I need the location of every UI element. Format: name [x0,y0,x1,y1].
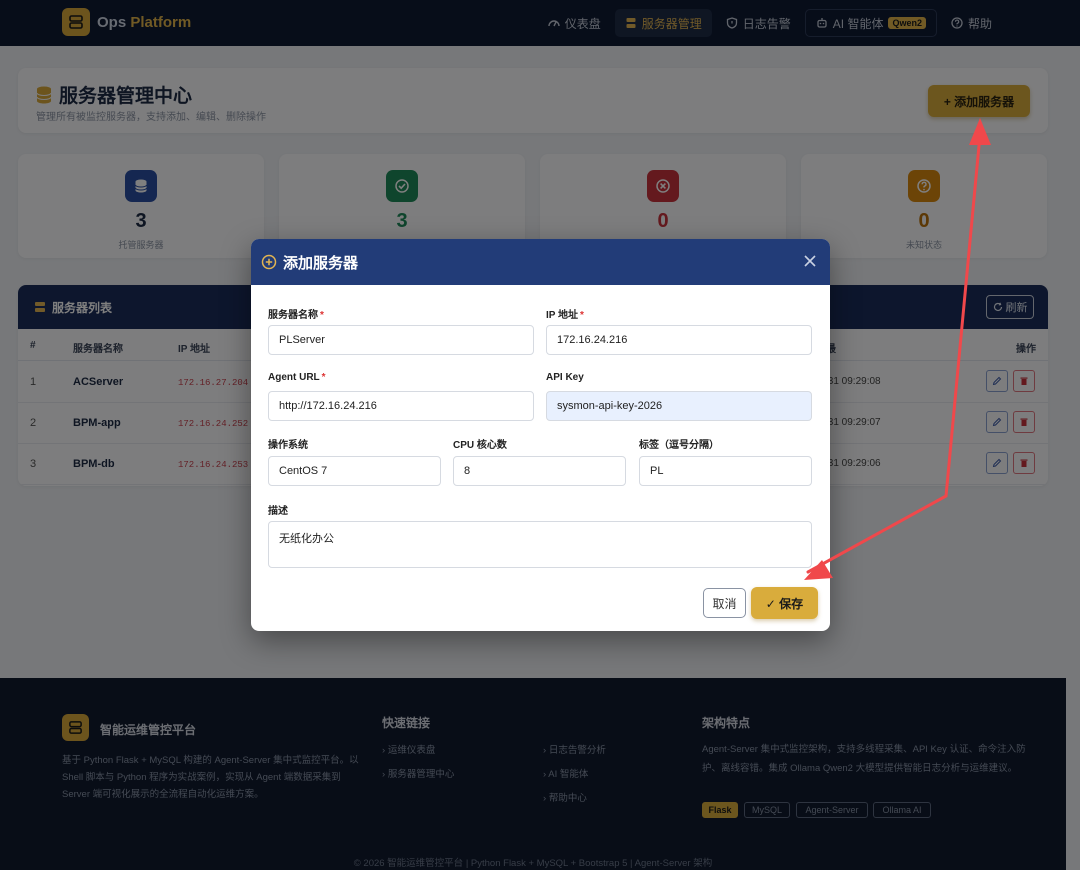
api-key-label: API Key [546,372,584,383]
close-icon[interactable] [802,253,818,269]
add-server-modal: 添加服务器 服务器名称 * PLServer IP 地址 * 172.16.24.2… [251,239,830,631]
modal-header: 添加服务器 [251,239,830,285]
description-label: 描述 [268,506,288,517]
cpu-cores-input[interactable]: 8 [453,456,626,486]
ip-address-label: IP 地址 * [546,310,584,321]
agent-url-label: Agent URL * [268,372,326,383]
description-textarea[interactable]: 无纸化办公 [268,521,812,568]
os-label: 操作系统 [268,440,308,451]
agent-url-input[interactable]: http://172.16.24.216 [268,391,534,421]
tags-label: 标签（逗号分隔） [639,440,719,451]
server-name-label: 服务器名称 * [268,310,324,321]
modal-title: 添加服务器 [283,254,359,272]
os-input[interactable]: CentOS 7 [268,456,441,486]
cancel-button[interactable]: 取消 [703,588,746,618]
tags-input[interactable]: PL [639,456,812,486]
plus-circle-icon [261,254,277,270]
save-button[interactable]: ✓ 保存 [751,587,818,619]
cpu-cores-label: CPU 核心数 [453,440,507,451]
server-name-input[interactable]: PLServer [268,325,534,355]
api-key-input[interactable]: sysmon-api-key-2026 [546,391,812,421]
ip-address-input[interactable]: 172.16.24.216 [546,325,812,355]
